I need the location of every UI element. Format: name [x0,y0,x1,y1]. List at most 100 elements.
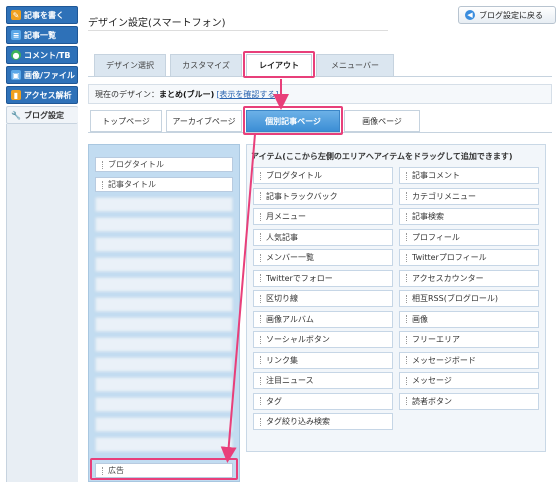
layout-item-label: ブログタイトル [108,160,164,169]
layout-item-label: 記事タイトル [108,180,156,189]
drag-handle-icon [260,253,262,262]
drag-handle-icon [406,274,408,282]
drag-handle-icon [260,376,262,385]
available-item-label: 読者ボタン [412,396,452,406]
available-item-label: 記事トラックバック [266,191,338,201]
available-item[interactable]: メッセージボード [399,351,539,369]
available-item[interactable]: 人気記事 [253,228,393,246]
drag-handle-icon [102,180,104,189]
highlight-box-layout-tab [243,51,315,78]
available-item-label: プロフィール [412,232,460,242]
layout-item-blurred [95,237,233,252]
available-item-label: リンク集 [266,355,298,365]
available-item[interactable]: アクセスカウンター [399,269,539,287]
drag-handle-icon [260,294,262,303]
drag-handle-icon [406,315,408,323]
available-item-label: Twitterプロフィール [412,253,487,262]
drag-handle-icon [406,233,408,241]
subtab-archive-page[interactable]: アーカイブページ [166,110,242,132]
available-item-label: ブログタイトル [266,171,322,180]
preview-design-link[interactable]: [表示を確認する] [216,89,278,100]
drag-handle-icon [102,160,104,169]
layout-item-blurred [95,197,233,212]
available-item[interactable]: 区切り線 [253,290,393,307]
available-item-label: アクセスカウンター [412,273,484,283]
drag-handle-icon [406,335,408,344]
highlight-box-article-subtab [243,106,343,135]
layout-item[interactable]: ブログタイトル [95,157,233,172]
sidebar-item-articles[interactable]: ≡ 記事一覧 [6,26,78,44]
available-item[interactable]: メンバー一覧 [253,249,393,266]
available-item[interactable]: 月メニュー [253,208,393,225]
available-item-label: カテゴリメニュー [412,191,476,201]
layout-item-blurred [95,277,233,292]
current-design-label: 現在のデザイン： [95,89,159,99]
sidebar-item-label: 記事一覧 [24,30,56,40]
available-item[interactable]: Twitterでフォロー [253,269,393,287]
sidebar-item-label: アクセス解析 [24,90,72,100]
available-item[interactable]: メッセージ [399,372,539,389]
available-item-label: 人気記事 [266,232,298,242]
sidebar-item-write[interactable]: ✎ 記事を書く [6,6,78,24]
layout-item[interactable]: 記事タイトル [95,177,233,192]
drag-handle-icon [406,192,408,200]
sidebar-item-blog-settings[interactable]: 🔧 ブログ設定 [6,106,78,124]
available-item-label: タグ絞り込み検索 [266,417,330,426]
sidebar-item-images[interactable]: ▣ 画像/ファイル [6,66,78,84]
available-item[interactable]: 読者ボタン [399,392,539,410]
sidebar-item-analytics[interactable]: ▮ アクセス解析 [6,86,78,104]
available-item[interactable]: ブログタイトル [253,167,393,184]
available-item[interactable]: 記事コメント [399,167,539,184]
available-item-label: メッセージ [412,376,452,385]
subtab-image-page[interactable]: 画像ページ [344,110,420,132]
divider [88,30,388,31]
drag-handle-icon [406,294,408,303]
layout-item-blurred [95,417,233,432]
available-item[interactable]: フリーエリア [399,331,539,348]
available-item-label: 記事検索 [412,212,444,221]
back-to-blog-settings-button[interactable]: ◀ ブログ設定に戻る [458,6,556,24]
drag-handle-icon [260,233,262,241]
available-item[interactable]: リンク集 [253,351,393,369]
sidebar-item-label: コメント/TB [24,50,71,60]
drag-handle-icon [260,335,262,344]
divider [88,76,552,77]
available-item[interactable]: プロフィール [399,228,539,246]
subtab-top-page[interactable]: トップページ [90,110,162,132]
available-item-label: Twitterでフォロー [266,273,333,283]
layout-item-blurred [95,357,233,372]
available-item-label: 区切り線 [266,294,298,303]
available-item[interactable]: 注目ニュース [253,372,393,389]
drag-handle-icon [406,171,408,180]
page-title: デザイン設定(スマートフォン) [88,18,226,29]
drag-handle-icon [260,417,262,426]
available-item[interactable]: 記事トラックバック [253,187,393,205]
drag-handle-icon [406,356,408,364]
available-item-label: 相互RSS(ブログロール) [412,294,498,303]
current-design-bar: 現在のデザイン： まとめ(ブルー) [表示を確認する] [88,84,552,104]
available-item[interactable]: 画像アルバム [253,310,393,328]
available-item[interactable]: タグ [253,392,393,410]
back-arrow-icon: ◀ [465,10,475,20]
layout-item-blurred [95,397,233,412]
tab-design-select[interactable]: デザイン選択 [94,54,166,76]
available-item[interactable]: カテゴリメニュー [399,187,539,205]
drag-handle-icon [406,397,408,405]
items-panel-heading: アイテム(ここから左側のエリアへアイテムをドラッグして追加できます) [251,152,513,161]
current-design-name: まとめ(ブルー) [159,89,215,99]
layout-item-blurred [95,297,233,312]
available-item[interactable]: タグ絞り込み検索 [253,413,393,430]
drag-handle-icon [406,376,408,385]
available-item[interactable]: 画像 [399,310,539,328]
drag-handle-icon [260,212,262,221]
available-item-label: タグ [266,396,282,406]
back-button-label: ブログ設定に戻る [479,10,543,20]
available-item[interactable]: 記事検索 [399,208,539,225]
available-item[interactable]: 相互RSS(ブログロール) [399,290,539,307]
tab-customize[interactable]: カスタマイズ [170,54,242,76]
available-item[interactable]: ソーシャルボタン [253,331,393,348]
sidebar-item-comments[interactable]: ● コメント/TB [6,46,78,64]
tab-menubar[interactable]: メニューバー [316,54,394,76]
available-item[interactable]: Twitterプロフィール [399,249,539,266]
items-panel: アイテム(ここから左側のエリアへアイテムをドラッグして追加できます) ブログタイ… [246,144,546,452]
